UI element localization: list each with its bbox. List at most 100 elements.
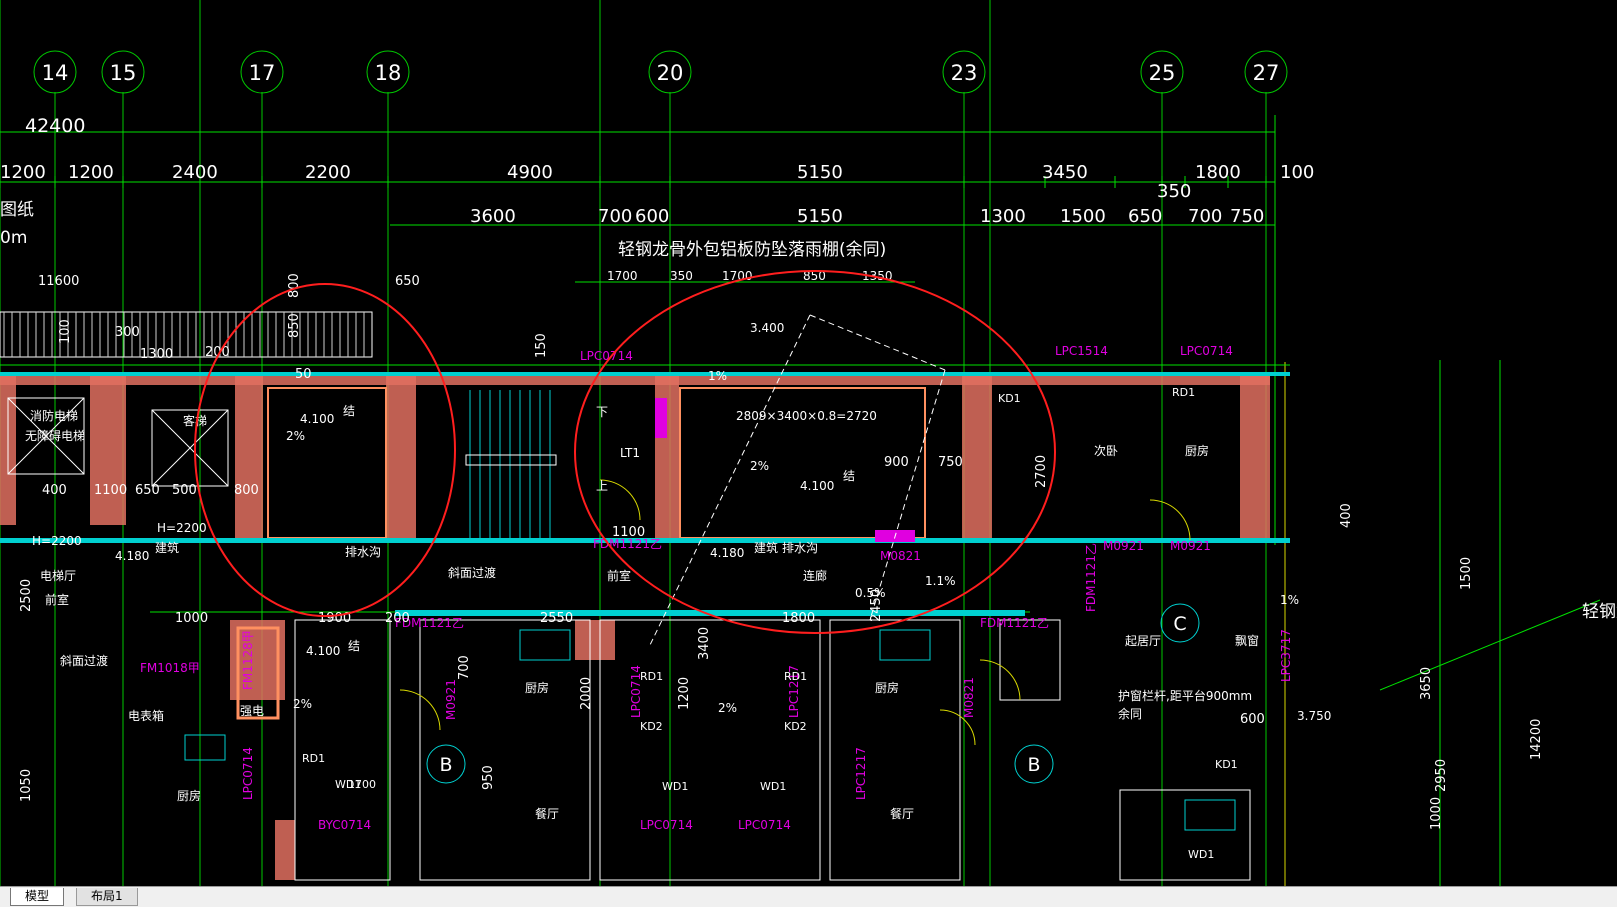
room-label: 前室 <box>45 592 69 607</box>
left-note: 图纸 <box>0 200 34 220</box>
room-label: 厨房 <box>875 680 899 695</box>
tag-label: KD1 <box>998 392 1021 405</box>
tag-label: LPC0714 <box>640 818 693 832</box>
dim-row2-text: 350 <box>1157 181 1191 202</box>
tag-label: LPC0714 <box>738 818 791 832</box>
dim-row2-text: 600 <box>635 206 669 227</box>
dim-text: 2700 <box>1034 455 1049 488</box>
dim-text: 11600 <box>38 274 79 289</box>
dim-text: 400 <box>1339 503 1354 528</box>
dim-text: 1100 <box>612 525 645 540</box>
annotation-text: 3.750 <box>1297 709 1331 723</box>
grid-letter: B <box>1027 754 1040 776</box>
canopy-dim-text: 350 <box>670 269 693 283</box>
facade-line <box>0 372 1290 376</box>
tag-label: LPC1514 <box>1055 344 1108 358</box>
tag-label: M0921 <box>1103 539 1144 553</box>
axis-label: 27 <box>1253 61 1280 85</box>
tag-label: RD1 <box>640 670 663 683</box>
tag-label: BYC0714 <box>318 818 371 832</box>
dim-text: 500 <box>172 483 197 498</box>
canopy-note: 轻钢龙骨外包铝板防坠落雨棚(余同) <box>618 240 886 260</box>
tag-label: FM1128甲 <box>241 630 255 690</box>
room-label: 电梯厅 <box>40 569 76 583</box>
tag-label: WD1 <box>662 780 688 793</box>
axis-label: 23 <box>951 61 978 85</box>
cad-drawing-canvas[interactable]: 14 15 17 18 20 23 25 27 42400 1200 1200 2400 2200 490… <box>0 0 1617 886</box>
dim-text: 1300 <box>140 347 173 362</box>
room-label: 斜面过渡 <box>448 565 496 580</box>
dim-text: 50 <box>295 367 312 382</box>
grid-letter: B <box>439 754 452 776</box>
annotation-text: 4.100 <box>800 479 834 493</box>
dim-text: 800 <box>287 273 302 298</box>
annotation-text: 下 <box>596 405 608 419</box>
stove <box>184 734 226 761</box>
tag-label: M0821 <box>962 677 976 718</box>
tab-model[interactable]: 模型 <box>10 888 65 906</box>
dim-row1-text: 1200 <box>0 162 46 183</box>
annotation-text: 结 <box>343 404 355 418</box>
dim-text: 800 <box>234 483 259 498</box>
room-box <box>829 619 961 881</box>
annotation-text: 3.400 <box>750 321 784 335</box>
tag-label: RD1 <box>1172 386 1195 399</box>
dim-row2-text: 5150 <box>797 206 843 227</box>
wall <box>90 375 126 525</box>
room-label: 起居厅 <box>1125 634 1161 648</box>
dim-row2-text: 700 <box>598 206 632 227</box>
room-label: 厨房 <box>1185 443 1209 458</box>
dim-text: 3650 <box>1419 667 1434 700</box>
dim-text: 650 <box>135 483 160 498</box>
dim-text: 750 <box>938 455 963 470</box>
annotation-text: 排水沟 <box>782 541 818 555</box>
annotation-text: 4.180 <box>710 546 744 560</box>
axis-label: 14 <box>42 61 69 85</box>
annotation-text: 结 <box>348 639 360 653</box>
dim-text: 1500 <box>1459 557 1474 590</box>
dim-text: 950 <box>481 765 496 790</box>
dim-text: 150 <box>534 333 549 358</box>
tag-label: M0921 <box>1170 539 1211 553</box>
right-note: 轻钢龙 <box>1582 602 1617 622</box>
annotation-text: 建筑 <box>754 540 778 555</box>
tag-label: LPC1217 <box>854 747 868 800</box>
axis-label: 18 <box>375 61 402 85</box>
room-label: 餐厅 <box>890 806 914 821</box>
dim-text: 2500 <box>19 579 34 612</box>
room-label: 无障碍电梯 <box>25 428 85 443</box>
annotation-text: 4.180 <box>115 549 149 563</box>
annotation-text: 结 <box>843 469 855 483</box>
tab-layout1[interactable]: 布局1 <box>76 888 138 906</box>
dim-row1-text: 1800 <box>1195 162 1241 183</box>
stove <box>1184 799 1236 831</box>
dim-text: 1100 <box>94 483 127 498</box>
annotation-text: 2% <box>750 459 769 473</box>
wall <box>575 620 615 660</box>
room-box <box>294 619 391 881</box>
dim-text: 14200 <box>1529 719 1544 760</box>
dim-text: 100 <box>58 319 73 344</box>
room-box <box>419 619 591 881</box>
dim-text: 3400 <box>697 627 712 660</box>
slope-line <box>809 314 946 371</box>
tag-label: WD1 <box>760 780 786 793</box>
dim-row1-text: 2200 <box>305 162 351 183</box>
room-label: 厨房 <box>525 680 549 695</box>
wall <box>0 375 1270 385</box>
tag-label: FDM1121乙 <box>980 616 1049 630</box>
dim-row2-text: 750 <box>1230 206 1264 227</box>
overall-dimension-text: 42400 <box>25 115 85 137</box>
room-label: 前室 <box>607 568 631 583</box>
dim-text: 2000 <box>579 677 594 710</box>
tag-label: FDM1121乙 <box>1084 543 1098 612</box>
room-label: 厨房 <box>177 788 201 803</box>
annotation-text: 上 <box>596 479 608 493</box>
room-label: 连廊 <box>803 568 827 583</box>
grid-letter: C <box>1173 613 1186 635</box>
dim-text: 2950 <box>1434 759 1449 792</box>
annotation-text: LT1 <box>620 446 640 460</box>
tag-label: WD1 <box>1188 848 1214 861</box>
dim-text: 700 <box>457 655 472 680</box>
dim-text: 1200 <box>677 677 692 710</box>
